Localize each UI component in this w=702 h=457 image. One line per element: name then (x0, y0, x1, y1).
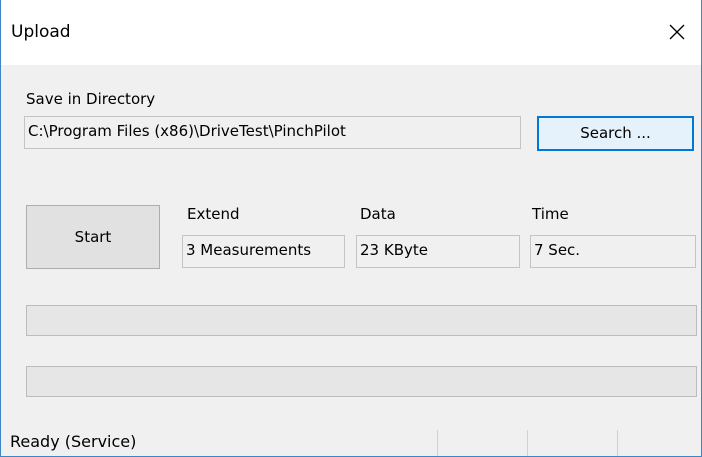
total-progress-bar (26, 366, 697, 397)
upload-progress-bar (26, 305, 697, 336)
extend-value-field: 3 Measurements (182, 235, 345, 268)
title-bar: Upload (1, 0, 701, 65)
status-separator (527, 430, 528, 456)
status-text: Ready (Service) (10, 432, 137, 451)
data-value-field: 23 KByte (356, 235, 520, 268)
close-button[interactable] (655, 11, 699, 53)
search-button[interactable]: Search ... (537, 116, 694, 151)
status-bar: Ready (Service) (1, 426, 701, 456)
time-value-field: 7 Sec. (530, 235, 696, 268)
window-title: Upload (11, 22, 71, 42)
extend-label: Extend (187, 205, 240, 223)
start-button[interactable]: Start (26, 205, 160, 269)
time-label: Time (532, 205, 569, 223)
status-separator (437, 430, 438, 456)
close-icon (669, 24, 685, 40)
status-separator (617, 430, 618, 456)
directory-path-field[interactable]: C:\Program Files (x86)\DriveTest\PinchPi… (24, 116, 521, 149)
upload-window: Upload Save in Directory C:\Program File… (0, 0, 702, 457)
data-label: Data (360, 205, 396, 223)
save-directory-label: Save in Directory (26, 90, 156, 108)
